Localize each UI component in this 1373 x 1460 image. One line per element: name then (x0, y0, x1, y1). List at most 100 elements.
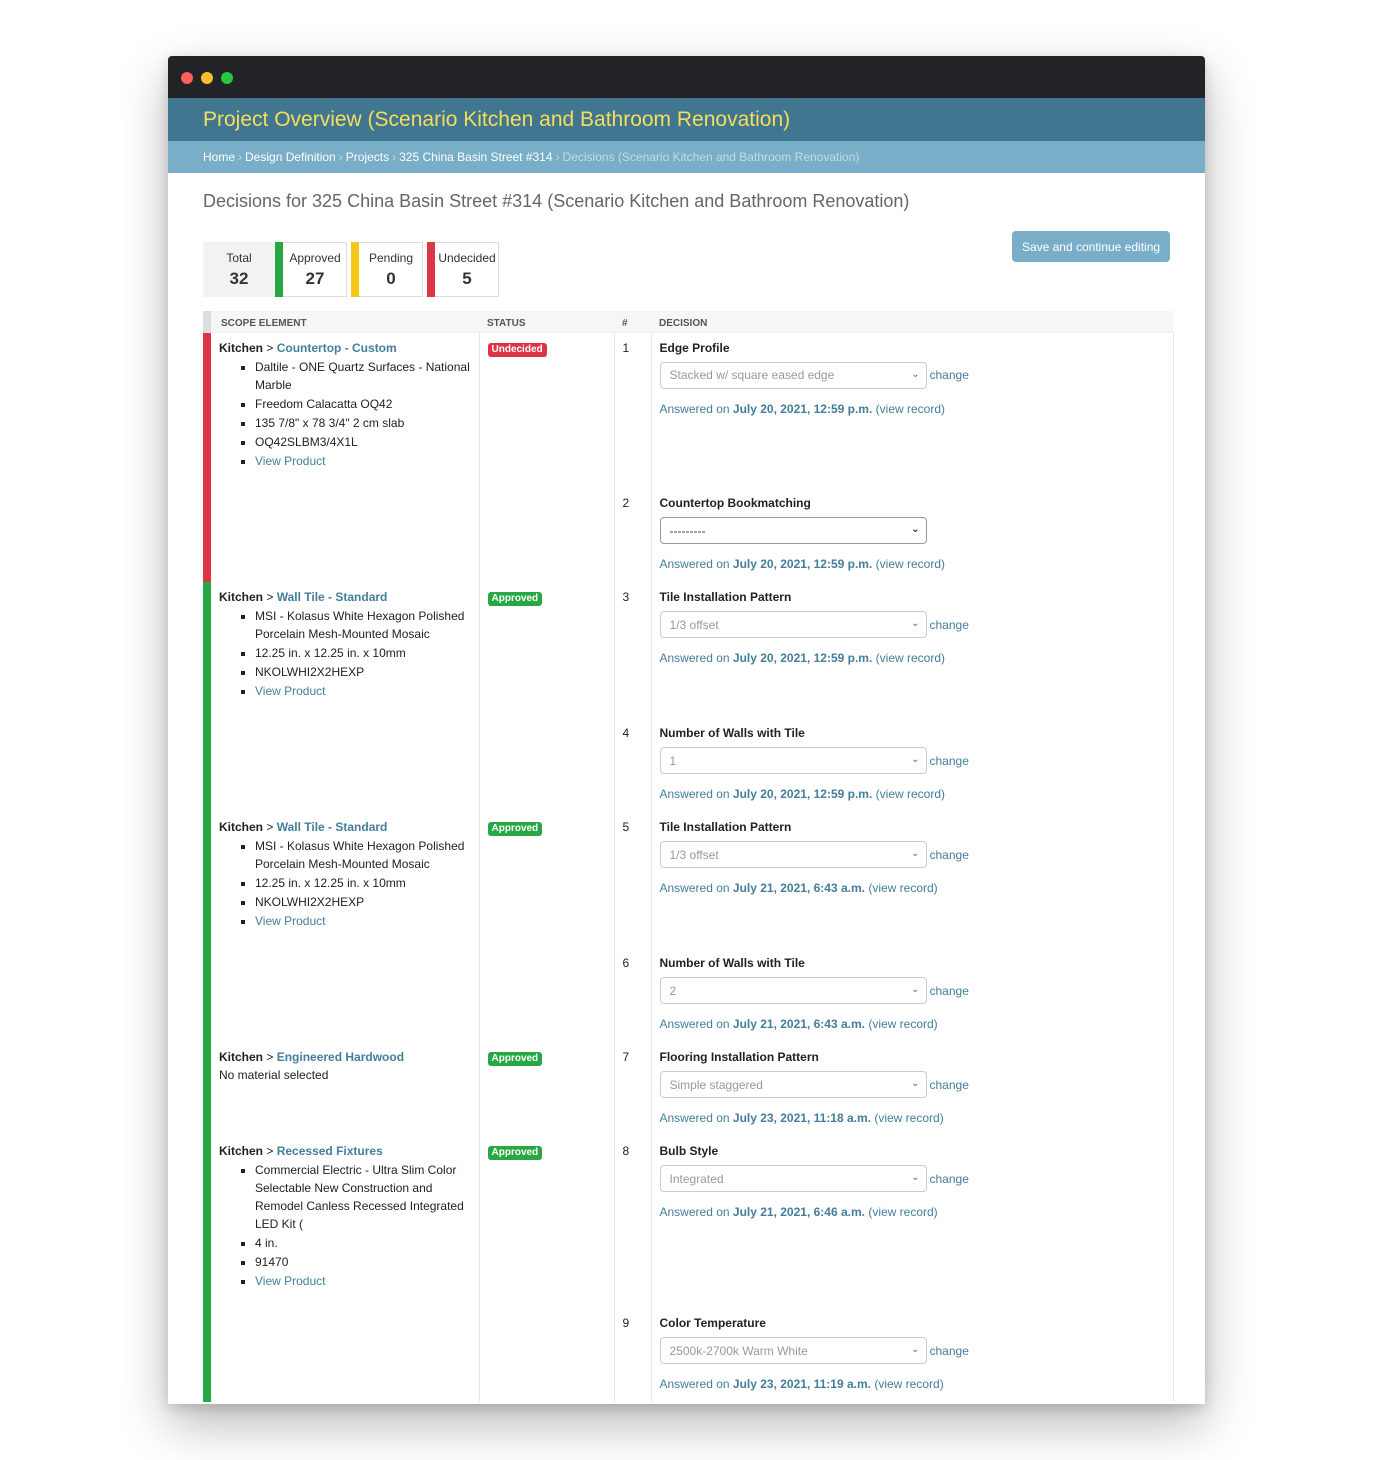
decision-cell: Number of Walls with Tile 2 ⌄ change Answ… (651, 948, 1174, 1042)
view-record-link[interactable]: (view record) (876, 557, 945, 571)
scope-element-cell: Kitchen > Countertop - Custom Daltile - … (203, 332, 480, 582)
table-header-row: Scope Element Status # Decision (203, 311, 1173, 333)
answer-select[interactable]: Stacked w/ square eased edge ⌄ (659, 361, 927, 389)
decision-stats: Total 32 Approved 27 Pending 0 Undecided… (203, 242, 509, 297)
answer-select[interactable]: 2500k-2700k Warm White ⌄ (659, 1337, 927, 1364)
chevron-down-icon: ⌄ (911, 1172, 920, 1183)
answered-prefix: Answered on (659, 1111, 730, 1125)
list-item: 12.25 in. x 12.25 in. x 10mm (255, 643, 471, 662)
table-row: Kitchen > Wall Tile - Standard MSI - Kol… (203, 582, 1174, 812)
answer-select[interactable]: 1/3 offset ⌄ (659, 611, 927, 638)
close-window-button[interactable] (181, 72, 193, 84)
breadcrumb-projects[interactable]: Projects (346, 150, 389, 164)
list-item: NKOLWHI2X2HEXP (255, 892, 471, 911)
breadcrumb-design-definition[interactable]: Design Definition (245, 150, 336, 164)
status-badge: Approved (487, 592, 543, 606)
question-title: Tile Installation Pattern (659, 820, 792, 834)
list-item: View Product (255, 451, 471, 470)
answered-prefix: Answered on (659, 401, 730, 416)
view-record-link[interactable]: (view record) (868, 1017, 937, 1031)
category-link[interactable]: Recessed Fixtures (277, 1144, 383, 1158)
view-record-link[interactable]: (view record) (876, 651, 945, 665)
decision-number: 8 (614, 1136, 652, 1308)
view-record-link[interactable]: (view record) (876, 402, 945, 416)
no-material-text: No material selected (219, 1068, 329, 1082)
room-name: Kitchen (219, 590, 264, 604)
category-link[interactable]: Wall Tile - Standard (277, 820, 388, 834)
answer-value: 2 (669, 983, 677, 998)
view-record-link[interactable]: (view record) (874, 1111, 943, 1125)
status-badge: Approved (487, 1052, 543, 1066)
answer-value: Integrated (669, 1171, 724, 1186)
change-link[interactable]: change (930, 984, 969, 998)
list-item: MSI - Kolasus White Hexagon Polished Por… (255, 606, 471, 643)
decision-number: 7 (614, 1042, 652, 1136)
answered-info: Answered on July 21, 2021, 6:43 a.m. (vi… (660, 881, 1165, 895)
change-link[interactable]: change (930, 1078, 969, 1092)
change-link[interactable]: change (930, 618, 969, 632)
stat-undecided: Undecided 5 (427, 242, 499, 297)
change-link[interactable]: change (930, 1344, 969, 1358)
question-title: Countertop Bookmatching (659, 496, 811, 510)
view-record-link[interactable]: (view record) (876, 787, 945, 801)
maximize-window-button[interactable] (221, 72, 233, 84)
stat-total-label: Total (226, 251, 252, 265)
window-titlebar (168, 56, 1205, 98)
decision-number: 1 (614, 332, 652, 488)
view-record-link[interactable]: (view record) (874, 1377, 943, 1391)
breadcrumb-home[interactable]: Home (203, 150, 235, 164)
view-product-link[interactable]: View Product (255, 1274, 325, 1288)
breadcrumb-separator: › (392, 150, 397, 164)
answer-select[interactable]: 2 ⌄ (659, 977, 927, 1004)
list-item: 12.25 in. x 12.25 in. x 10mm (255, 873, 471, 892)
stat-undecided-label: Undecided (438, 251, 496, 265)
material-details: Commercial Electric - Ultra Slim Color S… (255, 1160, 471, 1290)
stat-approved-value: 27 (305, 269, 325, 288)
view-record-link[interactable]: (view record) (868, 1205, 937, 1219)
answer-row: 2500k-2700k Warm White ⌄ change (659, 1337, 1165, 1364)
pending-color-bar (351, 242, 359, 297)
change-link[interactable]: change (930, 1172, 969, 1186)
answer-row: Stacked w/ square eased edge ⌄ change (659, 361, 1165, 389)
list-item: View Product (255, 681, 471, 700)
view-product-link[interactable]: View Product (255, 684, 325, 698)
page-title: Decisions for 325 China Basin Street #31… (203, 191, 910, 211)
list-item: 4 in. (255, 1233, 471, 1252)
scope-element-cell: Kitchen > Recessed Fixtures Commercial E… (203, 1136, 480, 1402)
change-link[interactable]: change (930, 848, 969, 862)
minimize-window-button[interactable] (201, 72, 213, 84)
answer-row: --------- ⌄ (659, 517, 1165, 544)
answer-select[interactable]: Integrated ⌄ (659, 1165, 927, 1192)
answer-select[interactable]: --------- ⌄ (659, 517, 927, 544)
save-and-continue-button[interactable]: Save and continue editing (1012, 231, 1170, 262)
view-record-link[interactable]: (view record) (868, 881, 937, 895)
decision-number: 4 (614, 718, 652, 812)
decision-cell: Tile Installation Pattern 1/3 offset ⌄ ch… (651, 812, 1174, 948)
answered-prefix: Answered on (659, 1205, 730, 1219)
answer-value: 1 (669, 753, 677, 768)
material-details: MSI - Kolasus White Hexagon Polished Por… (255, 606, 471, 700)
stat-undecided-value: 5 (462, 269, 472, 288)
change-link[interactable]: change (930, 754, 969, 768)
category-link[interactable]: Wall Tile - Standard (277, 590, 388, 604)
category-link[interactable]: Engineered Hardwood (277, 1050, 404, 1064)
view-product-link[interactable]: View Product (255, 454, 325, 468)
answered-prefix: Answered on (659, 557, 730, 571)
view-product-link[interactable]: View Product (255, 914, 325, 928)
stat-total-value: 32 (229, 269, 249, 288)
status-badge: Approved (487, 1146, 543, 1160)
category-link[interactable]: Countertop - Custom (277, 341, 397, 355)
chevron-down-icon: ⌄ (911, 524, 920, 535)
change-link[interactable]: change (930, 368, 969, 382)
answer-select[interactable]: Simple staggered ⌄ (659, 1071, 927, 1098)
answer-row: Simple staggered ⌄ change (659, 1071, 1165, 1098)
answer-select[interactable]: 1/3 offset ⌄ (659, 841, 927, 868)
answered-info: Answered on July 20, 2021, 12:59 p.m. (v… (660, 557, 1165, 571)
site-header: Project Overview (Scenario Kitchen and B… (168, 98, 1205, 141)
room-name: Kitchen (219, 820, 264, 834)
site-title[interactable]: Project Overview (Scenario Kitchen and B… (203, 108, 790, 132)
breadcrumb-project[interactable]: 325 China Basin Street #314 (399, 150, 552, 164)
chevron-down-icon: ⌄ (911, 618, 920, 629)
question-title: Tile Installation Pattern (659, 590, 792, 604)
answer-select[interactable]: 1 ⌄ (659, 747, 927, 774)
